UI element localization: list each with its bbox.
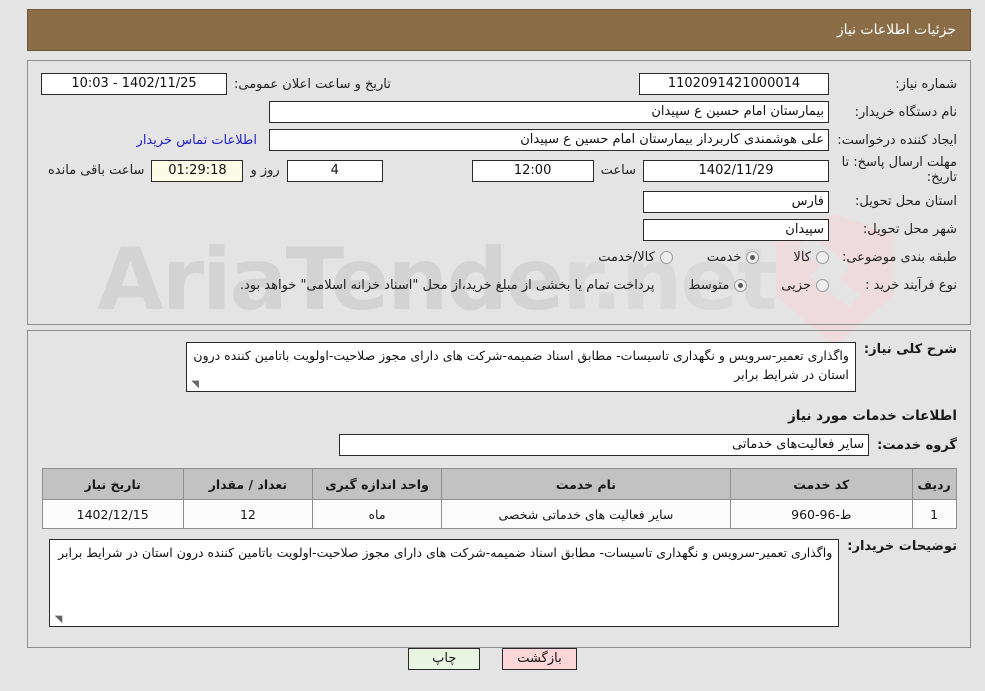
- col-header-quantity: تعداد / مقدار: [182, 468, 313, 500]
- print-button[interactable]: چاپ: [408, 648, 481, 670]
- radio-icon[interactable]: [746, 251, 760, 265]
- process-note: پرداخت تمام یا بخشی از مبلغ خرید،از محل …: [239, 278, 655, 294]
- deadline-date-value: 1402/11/29: [643, 159, 829, 182]
- row-service-group: گروه خدمت: سایر فعالیت‌های خدماتی: [41, 434, 957, 456]
- creator-label: ایجاد کننده درخواست:: [837, 132, 957, 148]
- cell-need-date: 1402/12/15: [41, 499, 184, 529]
- creator-value: علی هوشمندی کاربرداز بیمارستان امام حسین…: [269, 129, 829, 151]
- row-city: شهر محل تحویل: سپیدان: [41, 218, 957, 242]
- row-buyer-org: نام دستگاه خریدار: بیمارستان امام حسین ع…: [41, 100, 957, 124]
- resize-grip-icon[interactable]: ◥: [189, 380, 199, 390]
- table-row: 1 ط-96-960 سایر فعالیت های خدماتی شخصی م…: [41, 499, 957, 529]
- remaining-days-label: روز و: [250, 163, 280, 179]
- service-group-label: گروه خدمت:: [877, 437, 957, 453]
- province-label: استان محل تحویل:: [855, 194, 957, 210]
- radio-icon[interactable]: [659, 251, 673, 265]
- buyer-notes-textarea[interactable]: واگذاری تعمیر-سرویس و نگهداری تاسیسات- م…: [49, 539, 840, 627]
- need-number-value: 1102091421000014: [639, 73, 829, 95]
- process-option-label: متوسط: [688, 278, 730, 294]
- col-header-radif: ردیف: [911, 468, 957, 500]
- deadline-label-line1: مهلت ارسال پاسخ: تا: [841, 155, 957, 170]
- row-creator: ایجاد کننده درخواست: علی هوشمندی کاربردا…: [41, 128, 957, 152]
- row-province: استان محل تحویل: فارس: [41, 190, 957, 214]
- province-value: فارس: [643, 190, 829, 213]
- row-deadline: مهلت ارسال پاسخ: تا تاریخ: 1402/11/29 سا…: [41, 155, 957, 186]
- page-title: جزئیات اطلاعات نیاز: [836, 22, 956, 38]
- announce-value: 10:03 - 1402/11/25: [41, 73, 227, 95]
- need-info-form: شماره نیاز: 1102091421000014 تاریخ و ساع…: [27, 60, 971, 325]
- cell-name: سایر فعالیت های خدماتی شخصی: [441, 499, 731, 529]
- category-label: طبقه بندی موضوعی:: [841, 250, 957, 266]
- back-button[interactable]: بازگشت: [502, 648, 577, 670]
- radio-icon[interactable]: [816, 279, 829, 293]
- category-option-label: کالا/خدمت: [598, 250, 655, 266]
- city-label: شهر محل تحویل:: [862, 222, 957, 238]
- need-summary-textarea[interactable]: واگذاری تعمیر-سرویس و نگهداری تاسیسات- م…: [185, 342, 856, 392]
- resize-grip-icon[interactable]: ◥: [52, 615, 63, 625]
- need-number-label: شماره نیاز:: [895, 76, 957, 92]
- buyer-notes-value: واگذاری تعمیر-سرویس و نگهداری تاسیسات- م…: [58, 545, 833, 560]
- cell-unit: ماه: [311, 499, 443, 529]
- col-header-unit: واحد اندازه گیری: [311, 468, 443, 500]
- process-radio-group: جزیی متوسط: [654, 278, 829, 293]
- page-titlebar: جزئیات اطلاعات نیاز: [27, 9, 971, 51]
- hour-label: ساعت: [600, 163, 636, 179]
- cell-quantity: 12: [182, 499, 313, 529]
- category-option-khedmat[interactable]: خدمت: [707, 250, 760, 265]
- category-option-label: کالا: [793, 250, 811, 266]
- buyer-org-label: نام دستگاه خریدار:: [854, 104, 957, 120]
- category-option-kala-khedmat[interactable]: کالا/خدمت: [598, 250, 673, 265]
- city-value: سپیدان: [643, 218, 829, 241]
- buyer-org-value: بیمارستان امام حسین ع سپیدان: [269, 101, 829, 123]
- col-header-need-date: تاریخ نیاز: [41, 468, 184, 500]
- cell-radif: 1: [911, 499, 957, 529]
- category-option-kala[interactable]: کالا: [793, 250, 829, 265]
- remaining-days-value: 4: [286, 159, 383, 182]
- row-need-number: شماره نیاز: 1102091421000014 تاریخ و ساع…: [41, 72, 957, 96]
- cell-code: ط-96-960: [729, 499, 913, 529]
- need-summary-value: واگذاری تعمیر-سرویس و نگهداری تاسیسات- م…: [193, 348, 849, 383]
- details-section: شرح کلی نیاز: واگذاری تعمیر-سرویس و نگهد…: [27, 330, 971, 648]
- action-button-bar: بازگشت چاپ: [0, 648, 985, 670]
- deadline-label-line2: تاریخ:: [926, 169, 957, 185]
- buyer-notes-label: توضیحات خریدار:: [847, 539, 957, 554]
- process-option-motevaset[interactable]: متوسط: [688, 278, 748, 294]
- radio-icon[interactable]: [734, 279, 748, 293]
- radio-icon[interactable]: [816, 251, 829, 265]
- buyer-contact-link[interactable]: اطلاعات تماس خریدار: [137, 133, 257, 148]
- table-header-row: ردیف کد خدمت نام خدمت واحد اندازه گیری ت…: [41, 468, 957, 500]
- row-need-summary: شرح کلی نیاز: واگذاری تعمیر-سرویس و نگهد…: [41, 342, 957, 392]
- services-table: ردیف کد خدمت نام خدمت واحد اندازه گیری ت…: [41, 468, 957, 529]
- announce-label: تاریخ و ساعت اعلان عمومی:: [234, 76, 391, 92]
- process-type-label: نوع فرآیند خرید :: [865, 278, 957, 294]
- remaining-time-label: ساعت باقی مانده: [48, 163, 145, 179]
- row-category: طبقه بندی موضوعی: کالا خدمت کالا/خدمت: [41, 246, 957, 270]
- row-process-type: نوع فرآیند خرید : جزیی متوسط پرداخت تمام…: [41, 274, 957, 298]
- col-header-name: نام خدمت: [441, 468, 731, 500]
- need-summary-label: شرح کلی نیاز:: [863, 342, 957, 357]
- col-header-code: کد خدمت: [729, 468, 913, 500]
- category-option-label: خدمت: [706, 250, 742, 266]
- services-section-heading: اطلاعات خدمات مورد نیاز: [787, 408, 957, 424]
- remaining-time-value: 01:29:18: [151, 159, 244, 182]
- service-group-value: سایر فعالیت‌های خدماتی: [339, 434, 870, 456]
- deadline-label: مهلت ارسال پاسخ: تا تاریخ:: [829, 155, 957, 186]
- row-buyer-notes: توضیحات خریدار: واگذاری تعمیر-سرویس و نگ…: [41, 539, 957, 627]
- process-option-jozei[interactable]: جزیی: [781, 278, 829, 293]
- deadline-hour-value: 12:00: [471, 159, 594, 182]
- process-option-label: جزیی: [781, 278, 811, 294]
- category-radio-group: کالا خدمت کالا/خدمت: [564, 250, 829, 265]
